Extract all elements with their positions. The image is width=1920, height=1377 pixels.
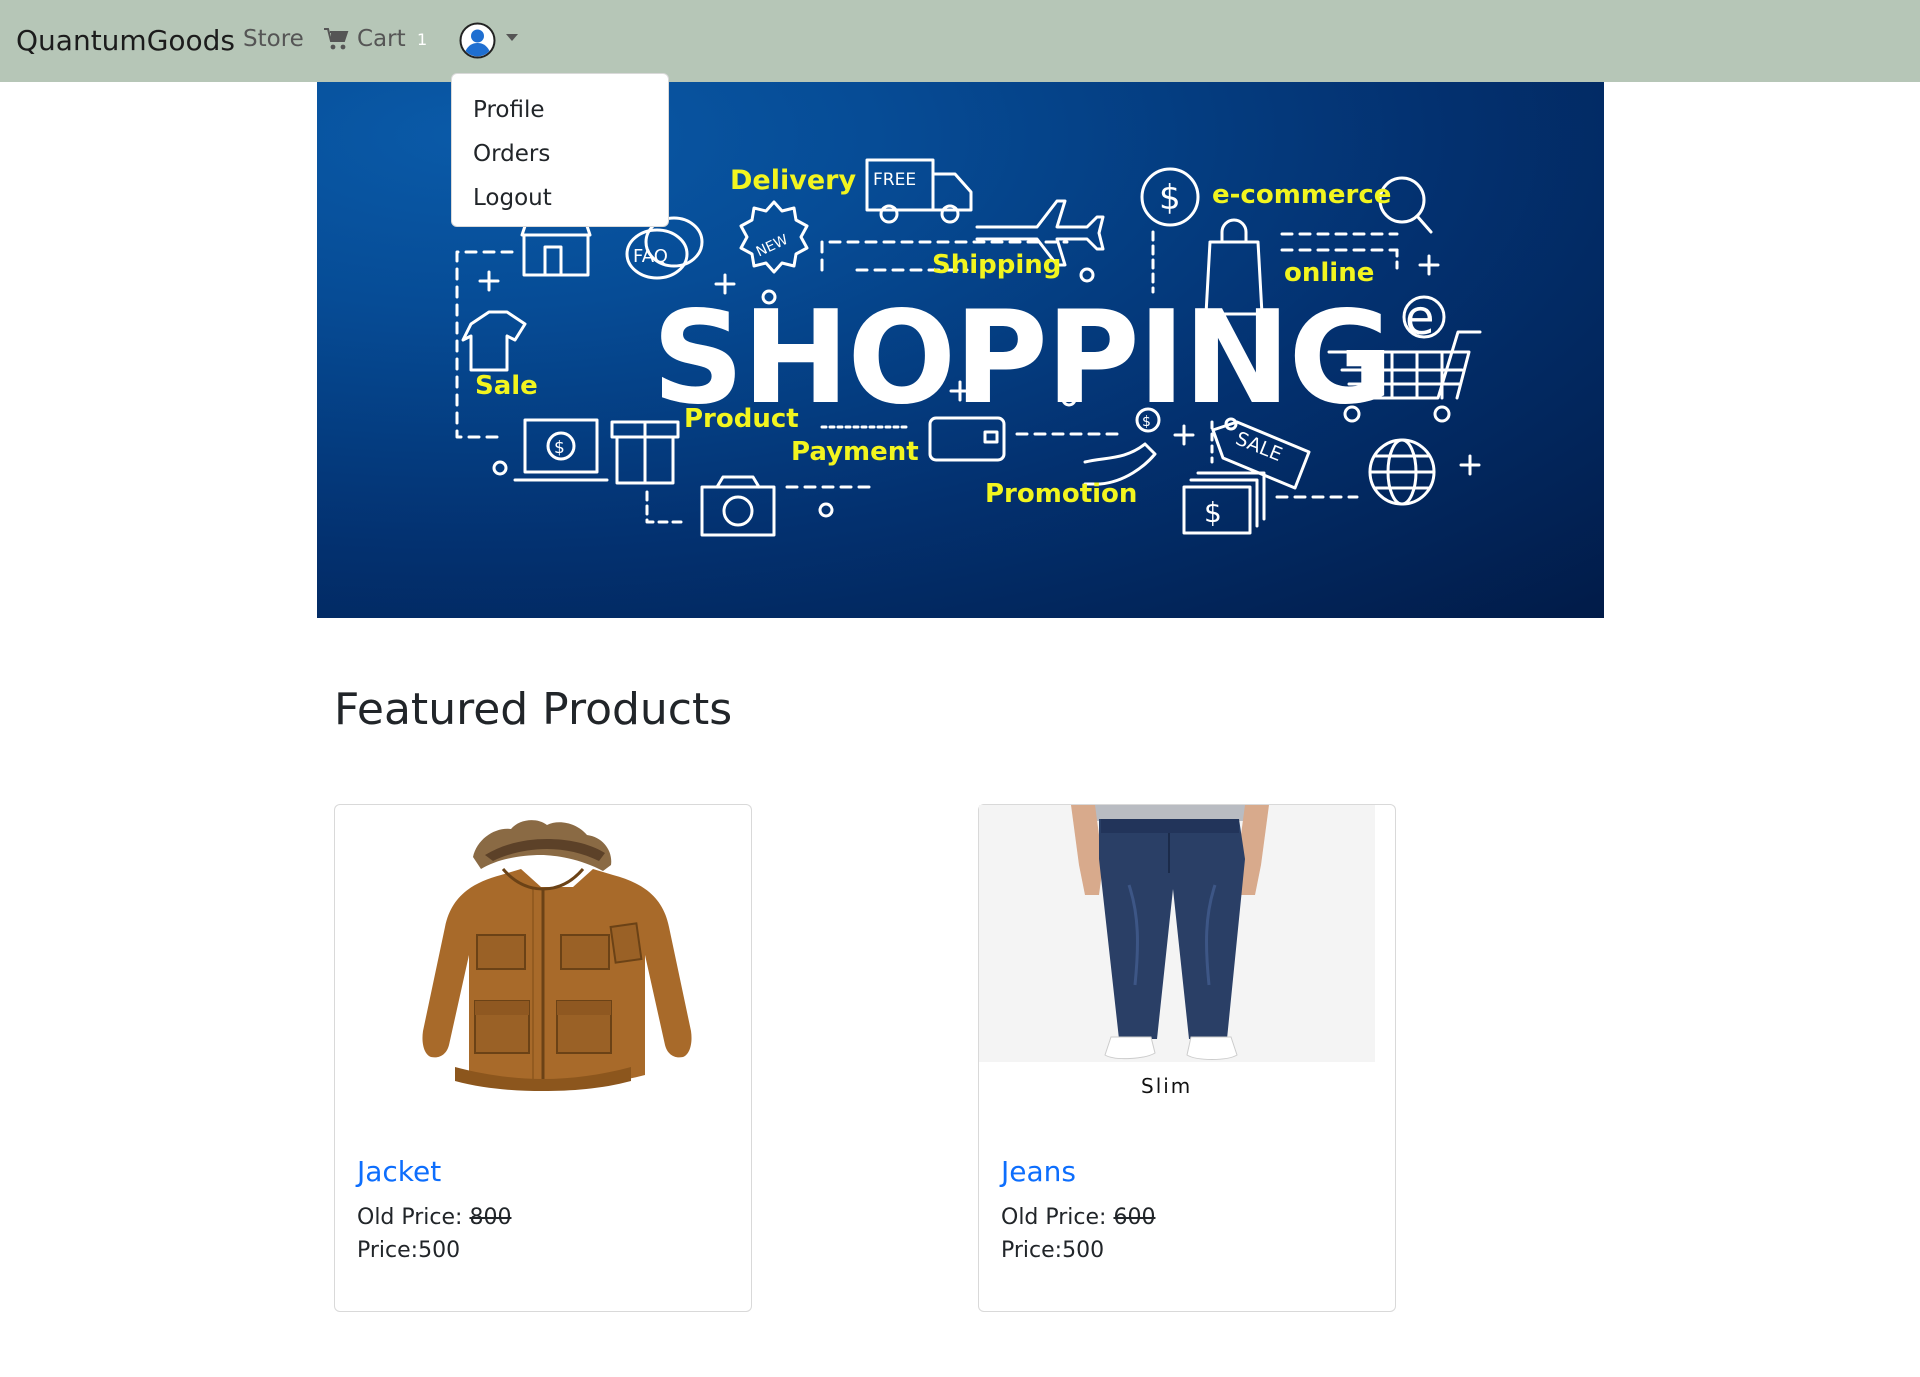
old-price-value: 800 (469, 1205, 512, 1230)
old-price-label: Old Price: (357, 1205, 463, 1230)
user-dropdown-menu: Profile Orders Logout (451, 73, 669, 227)
hero-word-sale-tag: SALE (1232, 428, 1285, 466)
price-value: Price:500 (357, 1238, 461, 1263)
nav-store-link[interactable]: Store (243, 26, 304, 52)
product-title-jeans[interactable]: Jeans (1001, 1155, 1076, 1188)
hero-dollar-circle: $ (1159, 178, 1181, 218)
cart-label: Cart (357, 26, 406, 52)
hero-word-payment: Payment (791, 437, 919, 467)
jeans-image-caption: Slim (1141, 1074, 1192, 1098)
price-value: Price:500 (1001, 1238, 1105, 1263)
nav-cart-link[interactable]: Cart (323, 26, 406, 52)
hero-word-ecommerce: e-commerce (1212, 180, 1391, 210)
cart-count-badge: 1 (417, 30, 428, 49)
top-navbar: QuantumGoods Store Cart 1 (0, 0, 1920, 82)
hero-word-new: NEW (754, 232, 791, 261)
hero-word-delivery: Delivery (730, 165, 856, 196)
old-price-row: Old Price: 800 (357, 1205, 511, 1230)
jacket-image (422, 820, 692, 1091)
hero-word-free: FREE (873, 170, 916, 190)
product-card: Jacket Old Price: 800 Price:500 (334, 804, 752, 1312)
menu-item-logout[interactable]: Logout (452, 176, 668, 220)
cart-icon (324, 28, 349, 50)
hero-word-sale: Sale (475, 371, 538, 401)
featured-products-heading: Featured Products (334, 684, 733, 735)
chevron-down-icon (506, 34, 518, 41)
product-image-jacket[interactable] (335, 805, 751, 1105)
menu-item-profile[interactable]: Profile (452, 88, 668, 132)
hero-dollar-money: $ (1204, 496, 1222, 529)
hero-e-letter: e (1405, 290, 1435, 346)
old-price-value: 600 (1113, 1205, 1156, 1230)
product-title-jacket[interactable]: Jacket (357, 1155, 441, 1188)
user-avatar-icon (459, 22, 496, 59)
hero-word-faq: FAQ (633, 246, 668, 267)
old-price-label: Old Price: (1001, 1205, 1107, 1230)
product-card: Slim Jeans Old Price: 600 Price:500 (978, 804, 1396, 1312)
hero-word-online: online (1284, 258, 1374, 288)
product-image-jeans[interactable]: Slim (979, 805, 1395, 1105)
jeans-image: Slim (979, 805, 1375, 1098)
user-menu-toggle[interactable] (459, 22, 518, 59)
hero-word-product: Product (684, 404, 799, 434)
hero-dollar-laptop: $ (554, 438, 565, 458)
hero-word-shipping: Shipping (932, 250, 1061, 280)
hero-dollar-coin: $ (1142, 414, 1151, 430)
brand-logo[interactable]: QuantumGoods (16, 24, 235, 57)
menu-item-orders[interactable]: Orders (452, 132, 668, 176)
hero-word-promotion: Promotion (985, 479, 1137, 509)
old-price-row: Old Price: 600 (1001, 1205, 1155, 1230)
